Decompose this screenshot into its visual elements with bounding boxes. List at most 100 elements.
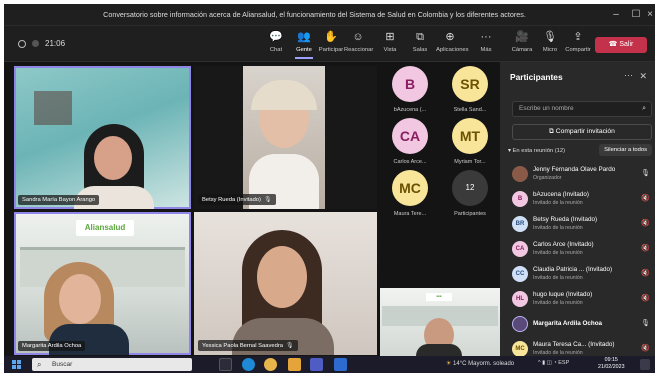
mic-off-icon[interactable]: 🔇	[641, 269, 650, 277]
avatar: SR	[452, 66, 488, 102]
title-bar: Conversatorio sobre información acerca d…	[4, 4, 655, 26]
taskbar-clock[interactable]: 09:15 21/02/2023	[598, 357, 625, 371]
toolbar-reaccionar-button[interactable]: ☺ Reaccionar	[344, 30, 373, 58]
toolbar-gente-button[interactable]: 👥 Gente	[290, 30, 318, 59]
teams-icon[interactable]	[310, 358, 323, 371]
mic-off-icon[interactable]: 🔇	[641, 219, 650, 227]
participant-row[interactable]: Margarita Ardila Ochoa 🎙	[500, 312, 655, 337]
windows-taskbar: ⌕ Buscar ☀ 14°C Mayorm. soleado ^ ▮ ◫ ◔ …	[4, 356, 655, 373]
share-invite-button[interactable]: ⧉ Compartir invitación	[512, 124, 652, 140]
avatar: B	[392, 66, 428, 102]
chrome-icon[interactable]	[264, 358, 277, 371]
avatar: HL	[512, 291, 528, 307]
more-options-icon[interactable]: ···	[624, 70, 633, 80]
avatar: MT	[452, 118, 488, 154]
person-face	[59, 274, 101, 324]
participant-name-tag: Margarita Ardila Ochoa	[18, 341, 86, 351]
system-tray[interactable]: ^ ▮ ◫ ◔ ESP	[538, 360, 569, 366]
avatar-name: Participantes	[454, 211, 486, 217]
avatar-tile[interactable]: MC Maura Tere...	[380, 170, 440, 226]
participant-row[interactable]: Jenny Fernanda Olave Pardo Organizador 🎙	[500, 162, 655, 187]
file-explorer-icon[interactable]	[288, 358, 301, 371]
toolbar-vista-button[interactable]: ⊞ Vista	[376, 30, 404, 58]
avatar: CC	[512, 266, 528, 282]
video-tile[interactable]: Aliansalud Margarita Ardila Ochoa	[14, 212, 191, 355]
toolbar-micro-button[interactable]: 🎙 Micro	[536, 30, 564, 58]
participant-row[interactable]: HL hugo luque (Invitado) Invitado de la re…	[500, 287, 655, 312]
share-icon: ⇪	[573, 31, 583, 43]
avatar: B	[512, 191, 528, 207]
window-title: Conversatorio sobre información acerca d…	[103, 10, 526, 19]
participant-row[interactable]: BbAzucena (Invitado) Invitado de la reuni…	[500, 187, 655, 212]
rooms-icon: ⧉	[416, 31, 424, 43]
avatar: MC	[392, 170, 428, 206]
toolbar-participar-button[interactable]: ✋ Participar	[317, 30, 345, 58]
avatar-tile[interactable]: MT Myriam Tor...	[440, 118, 500, 174]
toolbar-salas-button[interactable]: ⧉ Salas	[406, 30, 434, 58]
participant-name-tag: Yessica Paola Bernal Saavedra 🎙	[198, 340, 298, 351]
meeting-timer: 21:06	[18, 39, 65, 48]
mic-icon[interactable]: 🎙	[641, 319, 650, 327]
avatar-tile[interactable]: CA Carlos Arce...	[380, 118, 440, 174]
participants-count-tile[interactable]: 12 Participantes	[440, 170, 500, 226]
minimize-icon[interactable]: –	[606, 7, 626, 23]
word-icon[interactable]	[334, 358, 347, 371]
avatar: MC	[512, 341, 528, 357]
chat-icon: 💬	[269, 31, 283, 43]
video-tile-self[interactable]: •••	[380, 288, 500, 356]
avatar-name: Stella Sand...	[453, 107, 487, 113]
avatar: CA	[392, 118, 428, 154]
leave-button[interactable]: ☎ Salir	[595, 37, 647, 53]
participant-row[interactable]: CA Carlos Arce (Invitado) Invitado de la r…	[500, 237, 655, 262]
mic-off-icon[interactable]: 🔇	[641, 194, 650, 202]
close-icon[interactable]: ×	[644, 7, 655, 23]
participant-name-tag: Betsy Rueda (Invitado) 🎙	[198, 194, 276, 205]
mic-off-icon[interactable]: 🔇	[641, 244, 650, 252]
mic-icon[interactable]: 🎙	[641, 169, 650, 177]
participant-search-input[interactable]: Escribe un nombre ⌕	[512, 101, 652, 117]
participant-row[interactable]: CC Claudia Patricia ... (Invitado) Invitad…	[500, 262, 655, 287]
participant-name: Betsy Rueda (Invitado)	[533, 216, 598, 223]
task-view-icon[interactable]	[219, 358, 232, 371]
mic-off-icon[interactable]: 🔇	[641, 294, 650, 302]
avatar	[512, 166, 528, 182]
phone-icon: ☎	[608, 41, 620, 48]
toolbar-chat-button[interactable]: 💬 Chat	[262, 30, 290, 58]
mute-all-button[interactable]: Silenciar a todos	[599, 144, 652, 156]
windows-start-icon[interactable]	[12, 360, 21, 369]
participant-row[interactable]: BR Betsy Rueda (Invitado) Invitado de la r…	[500, 212, 655, 237]
weather-widget[interactable]: ☀ 14°C Mayorm. soleado	[446, 360, 514, 367]
video-tile[interactable]: Betsy Rueda (Invitado) 🎙	[194, 66, 377, 209]
maximize-icon[interactable]: ☐	[626, 7, 646, 23]
avatar: 12	[452, 170, 488, 206]
mic-icon: 🎙	[543, 31, 557, 43]
meeting-toolbar: 21:06 💬 Chat 👥 Gente ✋ Participar ☺ Reaccionar ⊞…	[4, 26, 655, 62]
smile-icon: ☺	[352, 31, 364, 43]
participant-role: Invitado de la reunión	[533, 225, 583, 231]
participant-name: Jenny Fernanda Olave Pardo	[533, 166, 616, 173]
participant-name-tag: Sandra María Bayon Arango	[18, 195, 100, 205]
edge-icon[interactable]	[242, 358, 255, 371]
taskbar-search-input[interactable]: ⌕ Buscar	[32, 358, 192, 371]
participant-role: Invitado de la reunión	[533, 200, 583, 206]
participant-name: Margarita Ardila Ochoa	[533, 320, 603, 327]
in-meeting-section-toggle[interactable]: ▾ En esta reunión (12)	[508, 148, 565, 154]
panel-title: Participantes	[510, 72, 563, 82]
toolbar-más-button[interactable]: ··· Más	[472, 30, 500, 58]
avatar-name: Myriam Tor...	[454, 159, 486, 165]
avatar-tile[interactable]: BbAzucena (...	[380, 66, 440, 122]
mic-off-icon[interactable]: 🔇	[641, 344, 650, 352]
notifications-icon[interactable]	[640, 359, 650, 370]
toolbar-cámara-button[interactable]: 🎥 Cámara	[508, 30, 536, 58]
toolbar-compartir-button[interactable]: ⇪ Compartir	[564, 30, 592, 58]
video-tile[interactable]: Yessica Paola Bernal Saavedra 🎙	[194, 212, 377, 355]
aliansalud-logo: Aliansalud	[76, 220, 134, 236]
video-tile[interactable]: Sandra María Bayon Arango	[14, 66, 191, 209]
video-stage: Sandra María Bayon Arango Betsy Rueda (I…	[4, 62, 500, 356]
avatar: BR	[512, 216, 528, 232]
close-panel-icon[interactable]: ✕	[639, 71, 647, 82]
avatar-tile[interactable]: SR Stella Sand...	[440, 66, 500, 122]
toolbar-aplicaciones-button[interactable]: ⊕ Aplicaciones	[436, 30, 469, 58]
avatar-grid: BbAzucena (... SR Stella Sand... CA Carlos A…	[380, 66, 498, 262]
portrait-video	[243, 66, 325, 209]
